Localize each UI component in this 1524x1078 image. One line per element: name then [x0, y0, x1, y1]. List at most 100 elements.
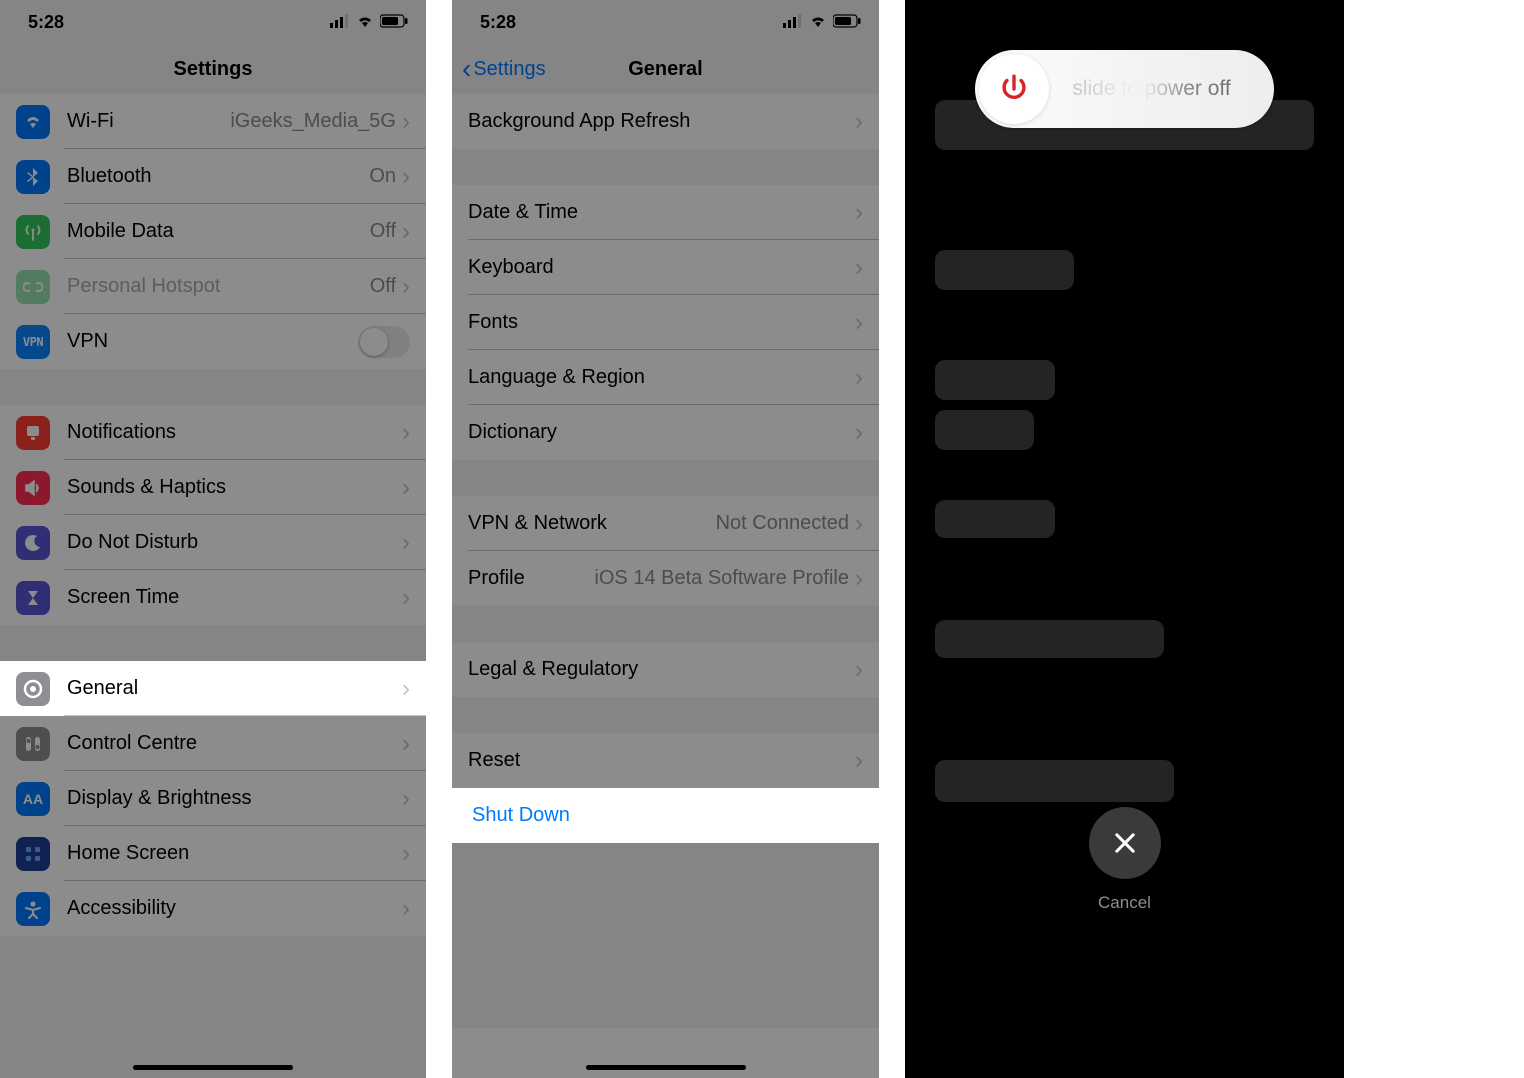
row-label: Reset [468, 749, 855, 772]
row-bluetooth[interactable]: Bluetooth On › [0, 149, 426, 204]
speaker-icon [16, 471, 50, 505]
row-label: Screen Time [67, 586, 402, 609]
slide-text: slide to power off [1053, 77, 1274, 101]
battery-icon [833, 12, 861, 33]
settings-screen: 5:28 Settings Wi-Fi iGeeks_Media_5G › Bl… [0, 0, 426, 1078]
cancel-button[interactable] [1089, 807, 1161, 879]
row-value: iGeeks_Media_5G [230, 110, 396, 133]
row-label: Bluetooth [67, 165, 369, 188]
wifi-status-icon [809, 12, 827, 33]
row-label: Date & Time [468, 201, 855, 224]
chevron-right-icon: › [402, 897, 410, 921]
bg-row [935, 250, 1074, 290]
back-button[interactable]: ‹ Settings [462, 55, 546, 83]
status-icons [783, 12, 861, 33]
chevron-right-icon: › [402, 677, 410, 701]
row-wifi[interactable]: Wi-Fi iGeeks_Media_5G › [0, 94, 426, 149]
row-label: Accessibility [67, 897, 402, 920]
chevron-right-icon: › [855, 658, 863, 682]
row-mobile-data[interactable]: Mobile Data Off › [0, 204, 426, 259]
row-dnd[interactable]: Do Not Disturb › [0, 515, 426, 570]
power-knob[interactable] [979, 54, 1049, 124]
general-screen: 5:28 ‹ Settings General Background App R… [452, 0, 879, 1078]
row-reset[interactable]: Reset› [452, 733, 879, 788]
chevron-right-icon: › [855, 421, 863, 445]
row-label: Control Centre [67, 732, 402, 755]
chevron-right-icon: › [855, 201, 863, 225]
home-indicator[interactable] [586, 1065, 746, 1070]
row-notifications[interactable]: Notifications › [0, 405, 426, 460]
chevron-right-icon: › [855, 749, 863, 773]
chevron-right-icon: › [402, 476, 410, 500]
row-label: Profile [468, 567, 594, 590]
shut-down-button[interactable]: Shut Down [452, 788, 879, 843]
row-value: On [369, 165, 396, 188]
page-title: General [628, 58, 702, 81]
chevron-right-icon: › [402, 787, 410, 811]
row-label: General [67, 677, 402, 700]
row-control-centre[interactable]: Control Centre › [0, 716, 426, 771]
chevron-right-icon: › [402, 220, 410, 244]
bluetooth-icon [16, 160, 50, 194]
settings-group-connectivity: Wi-Fi iGeeks_Media_5G › Bluetooth On › M… [0, 94, 426, 369]
power-off-slider[interactable]: slide to power off [975, 50, 1274, 128]
hotspot-icon [16, 270, 50, 304]
row-profile[interactable]: ProfileiOS 14 Beta Software Profile› [452, 551, 879, 606]
bg-row [935, 410, 1034, 450]
home-indicator[interactable] [133, 1065, 293, 1070]
chevron-right-icon: › [855, 512, 863, 536]
row-language-region[interactable]: Language & Region› [452, 350, 879, 405]
row-label: Background App Refresh [468, 110, 855, 133]
chevron-right-icon: › [855, 311, 863, 335]
status-time: 5:28 [480, 12, 516, 33]
shut-down-label: Shut Down [472, 804, 570, 826]
general-group-legal: Legal & Regulatory› [452, 642, 879, 697]
antenna-icon [16, 215, 50, 249]
status-icons [330, 12, 408, 33]
row-home-screen[interactable]: Home Screen › [0, 826, 426, 881]
back-label: Settings [473, 58, 545, 81]
nav-bar: ‹ Settings General [452, 44, 879, 94]
bell-icon [16, 416, 50, 450]
row-vpn-network[interactable]: VPN & NetworkNot Connected› [452, 496, 879, 551]
row-label: Personal Hotspot [67, 275, 370, 298]
row-label: Sounds & Haptics [67, 476, 402, 499]
row-value: iOS 14 Beta Software Profile [594, 567, 849, 590]
signal-icon [330, 12, 350, 33]
row-sounds[interactable]: Sounds & Haptics › [0, 460, 426, 515]
status-bar: 5:28 [0, 0, 426, 44]
hourglass-icon [16, 581, 50, 615]
page-title: Settings [174, 58, 253, 81]
row-general[interactable]: General › [0, 661, 426, 716]
row-label: Dictionary [468, 421, 855, 444]
chevron-right-icon: › [402, 732, 410, 756]
row-background-app-refresh[interactable]: Background App Refresh › [452, 94, 879, 149]
row-fonts[interactable]: Fonts› [452, 295, 879, 350]
row-label: VPN [67, 330, 358, 353]
row-date-time[interactable]: Date & Time› [452, 185, 879, 240]
gear-icon [16, 672, 50, 706]
sliders-icon [16, 727, 50, 761]
general-group-bgapp: Background App Refresh › [452, 94, 879, 149]
row-keyboard[interactable]: Keyboard› [452, 240, 879, 295]
power-icon [997, 72, 1031, 106]
wifi-status-icon [356, 12, 374, 33]
chevron-right-icon: › [402, 275, 410, 299]
row-dictionary[interactable]: Dictionary› [452, 405, 879, 460]
vpn-toggle[interactable] [358, 326, 410, 358]
row-vpn[interactable]: VPN VPN [0, 314, 426, 369]
row-value: Off [370, 275, 396, 298]
row-label: Notifications [67, 421, 402, 444]
row-label: Mobile Data [67, 220, 370, 243]
row-accessibility[interactable]: Accessibility › [0, 881, 426, 936]
row-label: Do Not Disturb [67, 531, 402, 554]
row-display[interactable]: AA Display & Brightness › [0, 771, 426, 826]
bg-row [935, 360, 1055, 400]
row-screen-time[interactable]: Screen Time › [0, 570, 426, 625]
row-legal[interactable]: Legal & Regulatory› [452, 642, 879, 697]
signal-icon [783, 12, 803, 33]
cancel-area: Cancel [1089, 807, 1161, 913]
settings-group-general: General › Control Centre › AA Display & … [0, 661, 426, 936]
chevron-right-icon: › [402, 421, 410, 445]
row-label: Legal & Regulatory [468, 658, 855, 681]
